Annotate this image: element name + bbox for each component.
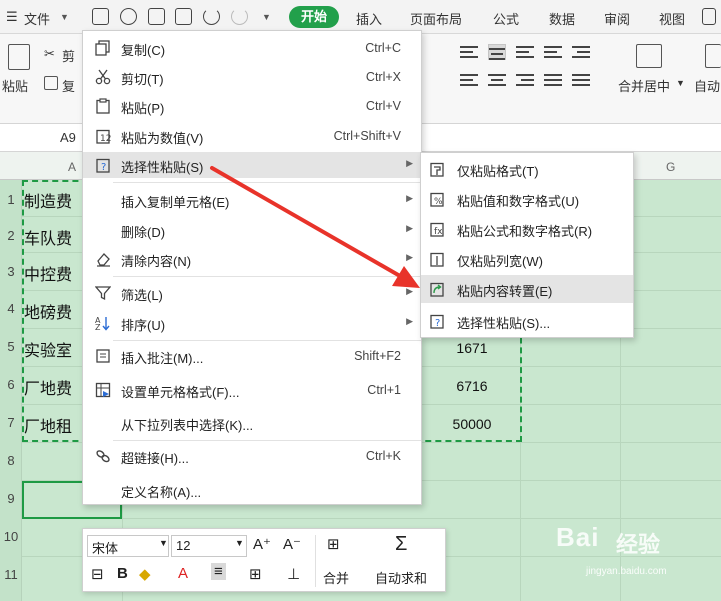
chevron-down-icon[interactable]: ▼ (235, 538, 244, 548)
watermark-url: jingyan.baidu.com (586, 566, 667, 577)
fill-color-icon[interactable]: ◆ (139, 565, 151, 583)
font-color-icon[interactable]: A (178, 565, 188, 582)
bold-icon[interactable]: B (117, 565, 128, 582)
increase-font-icon[interactable]: A⁺ (253, 535, 271, 553)
format-painter-icon[interactable]: ⊥ (287, 565, 300, 583)
chevron-down-icon[interactable]: ▼ (159, 538, 168, 548)
autosum-button[interactable]: 自动求和 (375, 568, 427, 587)
border-icon[interactable]: ⊞ (249, 565, 262, 583)
toolbar-divider (315, 535, 316, 587)
watermark-logo: Bai (556, 522, 600, 552)
font-select[interactable]: 宋体 (87, 535, 169, 557)
merge-button[interactable]: 合并 (323, 568, 349, 587)
wrap-icon[interactable]: ⊟ (91, 565, 104, 583)
sum-icon[interactable]: Σ (395, 533, 407, 556)
watermark-logo-suffix: 经验 (616, 532, 661, 557)
annotation-arrow (210, 166, 420, 288)
align-center-icon[interactable]: ≡ (211, 563, 226, 580)
mini-toolbar: 宋体 ▼ 12 ▼ A⁺ A⁻ ⊟ B ◆ A ≡ ⊞ ⊥ ⊞ 合并 Σ 自动求… (82, 528, 446, 592)
decrease-font-icon[interactable]: A⁻ (283, 535, 301, 553)
merge-icon[interactable]: ⊞ (327, 535, 340, 553)
